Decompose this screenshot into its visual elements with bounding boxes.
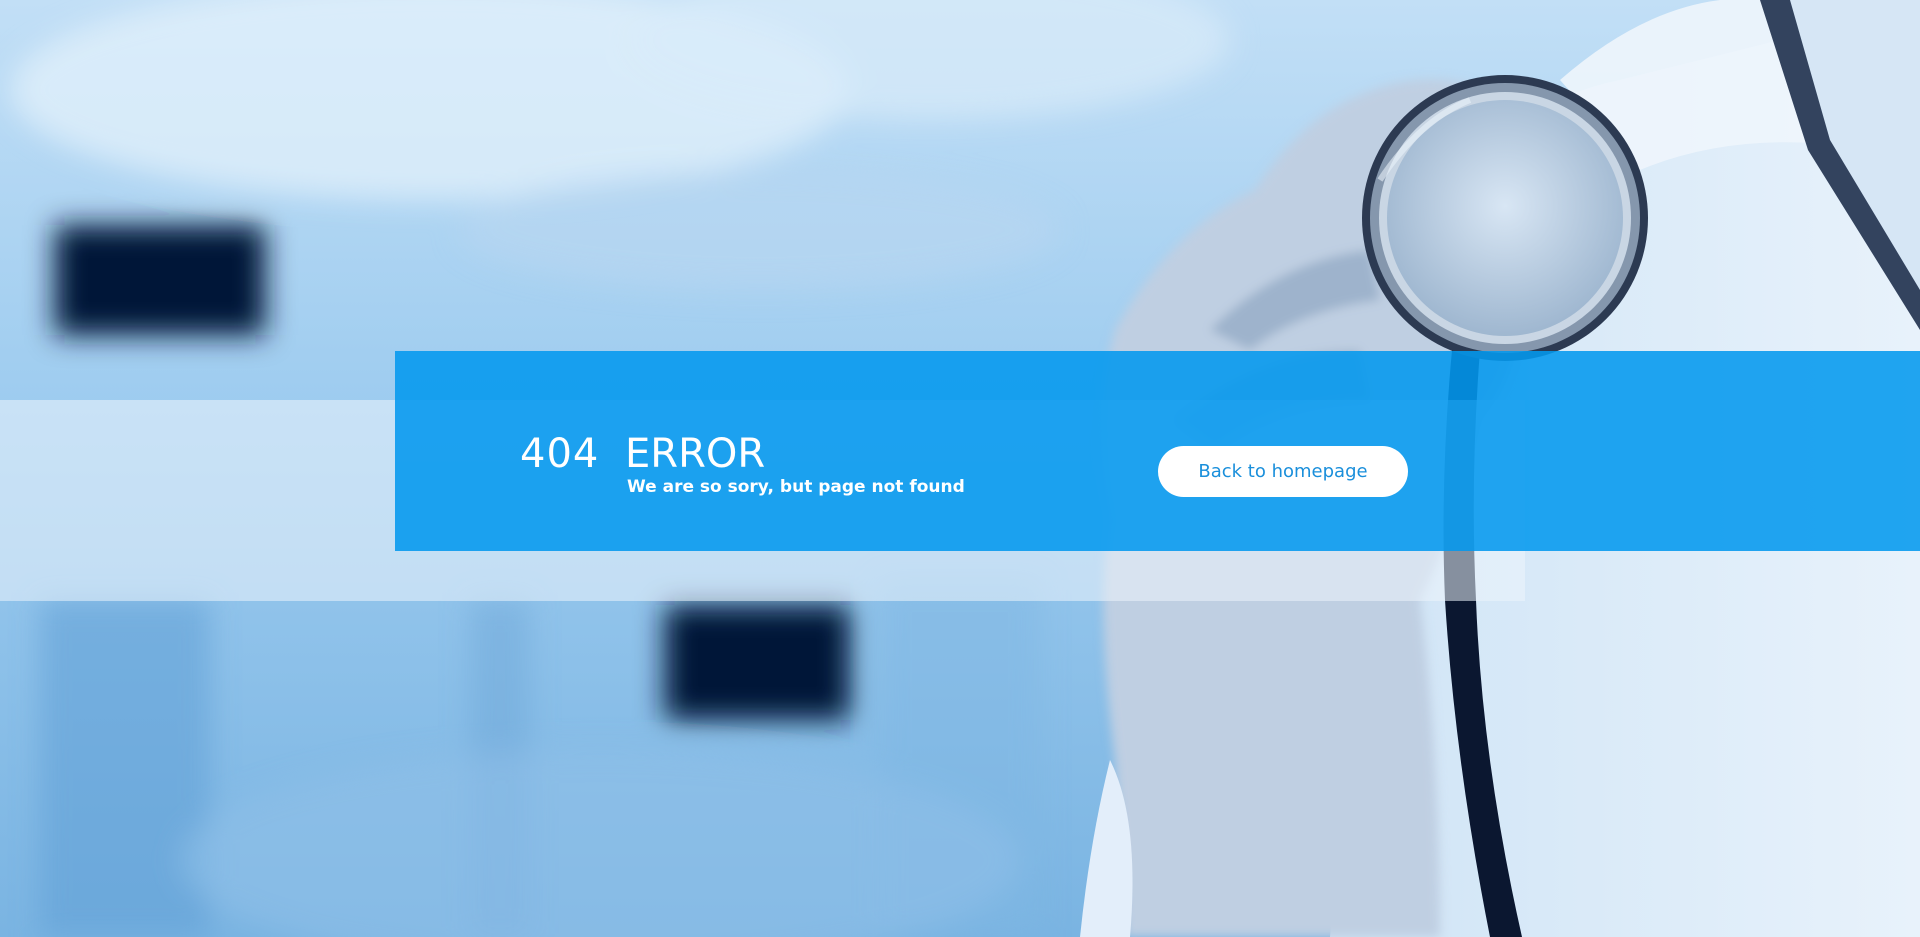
error-page: 404 ERROR We are so sory, but page not f… — [0, 0, 1920, 937]
back-to-homepage-button[interactable]: Back to homepage — [1158, 446, 1408, 497]
error-code: 404 — [520, 431, 600, 477]
error-title: ERROR — [625, 431, 766, 477]
error-banner — [395, 351, 1920, 551]
error-message: We are so sory, but page not found — [627, 477, 965, 497]
